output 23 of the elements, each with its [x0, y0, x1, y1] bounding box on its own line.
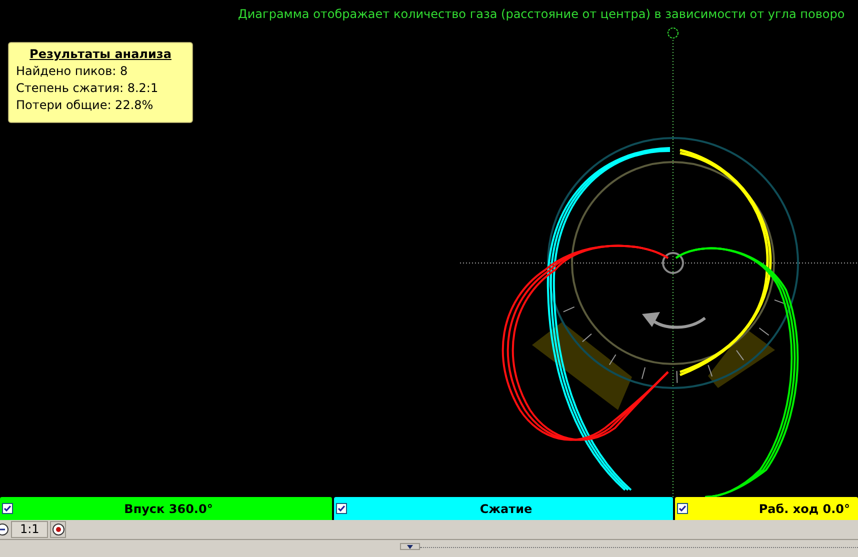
check-icon — [679, 505, 686, 512]
zoom-in-icon — [52, 523, 65, 536]
chart-caption: Диаграмма отображает количество газа (расстояние от центра) в зависимости от угла поворо — [238, 6, 845, 23]
results-line: Степень сжатия: 8.2:1 — [16, 80, 160, 97]
checkbox[interactable] — [2, 503, 13, 514]
legend-item[interactable]: Впуск 360.0° — [0, 497, 332, 520]
rotation-arrow-icon — [642, 312, 706, 329]
checkbox[interactable] — [336, 503, 347, 514]
results-line: Найдено пиков: 8 — [16, 63, 129, 80]
zoom-level-label: 1:1 — [11, 521, 48, 538]
check-icon — [4, 505, 11, 512]
zoom-in-button[interactable] — [50, 521, 66, 538]
legend-item[interactable]: Раб. ход 0.0° — [675, 497, 858, 520]
checkbox[interactable] — [677, 503, 688, 514]
dropdown-button[interactable] — [400, 543, 420, 550]
caret-icon — [407, 544, 413, 548]
check-icon — [338, 505, 345, 512]
results-title: Результаты анализа — [28, 46, 172, 63]
legend-item[interactable]: Сжатие — [334, 497, 673, 520]
zoom-out-button[interactable] — [0, 522, 9, 537]
marker-icon — [668, 28, 678, 38]
results-line: Потери общие: 22.8% — [16, 97, 154, 114]
zoom-out-icon — [0, 523, 9, 536]
